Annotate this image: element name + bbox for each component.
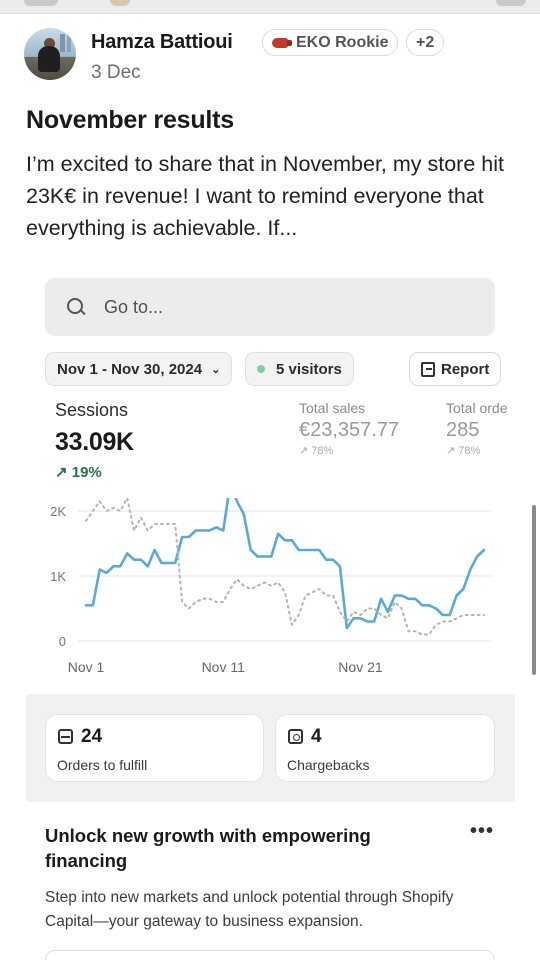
visitors-label: 5 visitors bbox=[276, 360, 342, 378]
financing-promo: Unlock new growth with empowering financ… bbox=[26, 802, 515, 960]
promo-title: Unlock new growth with empowering financ… bbox=[45, 825, 371, 871]
orders-to-fulfill-card[interactable]: 24 Orders to fulfill bbox=[45, 714, 264, 782]
date-range-filter[interactable]: Nov 1 - Nov 30, 2024 ⌄ bbox=[45, 352, 233, 386]
total-sales-label: Total sales bbox=[299, 400, 366, 416]
post-title: November results bbox=[26, 106, 234, 134]
scrollbar[interactable] bbox=[532, 505, 536, 675]
date-range-label: Nov 1 - Nov 30, 2024 bbox=[57, 360, 203, 378]
post-image[interactable]: Go to... Nov 1 - Nov 30, 2024 ⌄ 5 visito… bbox=[26, 258, 515, 960]
more-badges-button[interactable]: +2 bbox=[406, 29, 445, 56]
post-body[interactable]: I’m excited to share that in November, m… bbox=[26, 148, 516, 244]
chargebacks-count: 4 bbox=[311, 726, 322, 747]
orders-to-fulfill-label: Orders to fulfill bbox=[57, 757, 148, 773]
boxing-glove-icon bbox=[272, 37, 292, 48]
search-icon bbox=[67, 297, 86, 317]
trend-up-icon: ↗ bbox=[299, 445, 309, 457]
total-sales-change-value: 78% bbox=[311, 445, 334, 457]
orders-to-fulfill-count: 24 bbox=[81, 726, 103, 747]
total-orders-change-value: 78% bbox=[458, 445, 481, 457]
previous-post-edge bbox=[0, 0, 540, 14]
live-visitors-badge[interactable]: 5 visitors bbox=[245, 352, 354, 386]
y-tick-label: 0 bbox=[59, 634, 66, 649]
total-sales-value: €23,357.77 bbox=[299, 419, 400, 441]
search-input[interactable]: Go to... bbox=[45, 278, 495, 336]
more-options-button[interactable]: ••• bbox=[470, 820, 494, 843]
post-date: 3 Dec bbox=[91, 62, 141, 83]
sessions-change-value: 19% bbox=[71, 464, 102, 481]
comparison-series-line bbox=[85, 498, 485, 636]
avatar[interactable] bbox=[24, 28, 76, 80]
sessions-value: 33.09K bbox=[55, 428, 134, 456]
chargebacks-card[interactable]: 4 Chargebacks bbox=[275, 714, 495, 782]
x-tick-label: Nov 21 bbox=[338, 659, 383, 675]
post-header: Hamza Battioui EKO Rookie +2 3 Dec bbox=[24, 28, 524, 88]
sessions-label: Sessions bbox=[55, 400, 129, 420]
dashboard-panel: Go to... Nov 1 - Nov 30, 2024 ⌄ 5 visito… bbox=[26, 258, 515, 694]
total-sales-change: ↗ 78% bbox=[299, 444, 333, 457]
inbox-icon bbox=[58, 729, 73, 744]
sessions-change: ↗ 19% bbox=[55, 463, 102, 481]
total-orders-value: 285 bbox=[446, 419, 480, 441]
chargebacks-label: Chargebacks bbox=[287, 757, 370, 773]
x-tick-label: Nov 11 bbox=[202, 659, 246, 675]
y-tick-label: 1K bbox=[50, 569, 66, 584]
search-placeholder: Go to... bbox=[104, 296, 164, 317]
report-button[interactable]: Report bbox=[409, 352, 502, 386]
trend-up-icon: ↗ bbox=[446, 445, 456, 457]
live-dot-icon bbox=[257, 365, 265, 373]
sessions-chart: 2K 1K 0Nov 1 Nov 11 Nov 21 bbox=[50, 498, 492, 675]
sessions-series-line bbox=[84, 498, 486, 630]
total-orders-label: Total orde bbox=[446, 400, 508, 416]
author-name[interactable]: Hamza Battioui bbox=[91, 31, 233, 54]
clipboard-icon bbox=[288, 729, 303, 744]
trend-up-icon: ↗ bbox=[55, 464, 68, 481]
report-icon bbox=[421, 361, 435, 377]
badge-label: EKO Rookie bbox=[296, 33, 389, 51]
chevron-down-icon: ⌄ bbox=[211, 363, 221, 376]
promo-body: Step into new markets and unlock potenti… bbox=[45, 889, 454, 930]
badge-eko-rookie[interactable]: EKO Rookie bbox=[262, 29, 399, 56]
report-label: Report bbox=[441, 360, 490, 378]
x-tick-label: Nov 1 bbox=[68, 659, 105, 675]
y-tick-label: 2K bbox=[50, 504, 66, 519]
next-card-edge bbox=[45, 950, 495, 960]
total-orders-change: ↗ 78% bbox=[446, 444, 480, 457]
